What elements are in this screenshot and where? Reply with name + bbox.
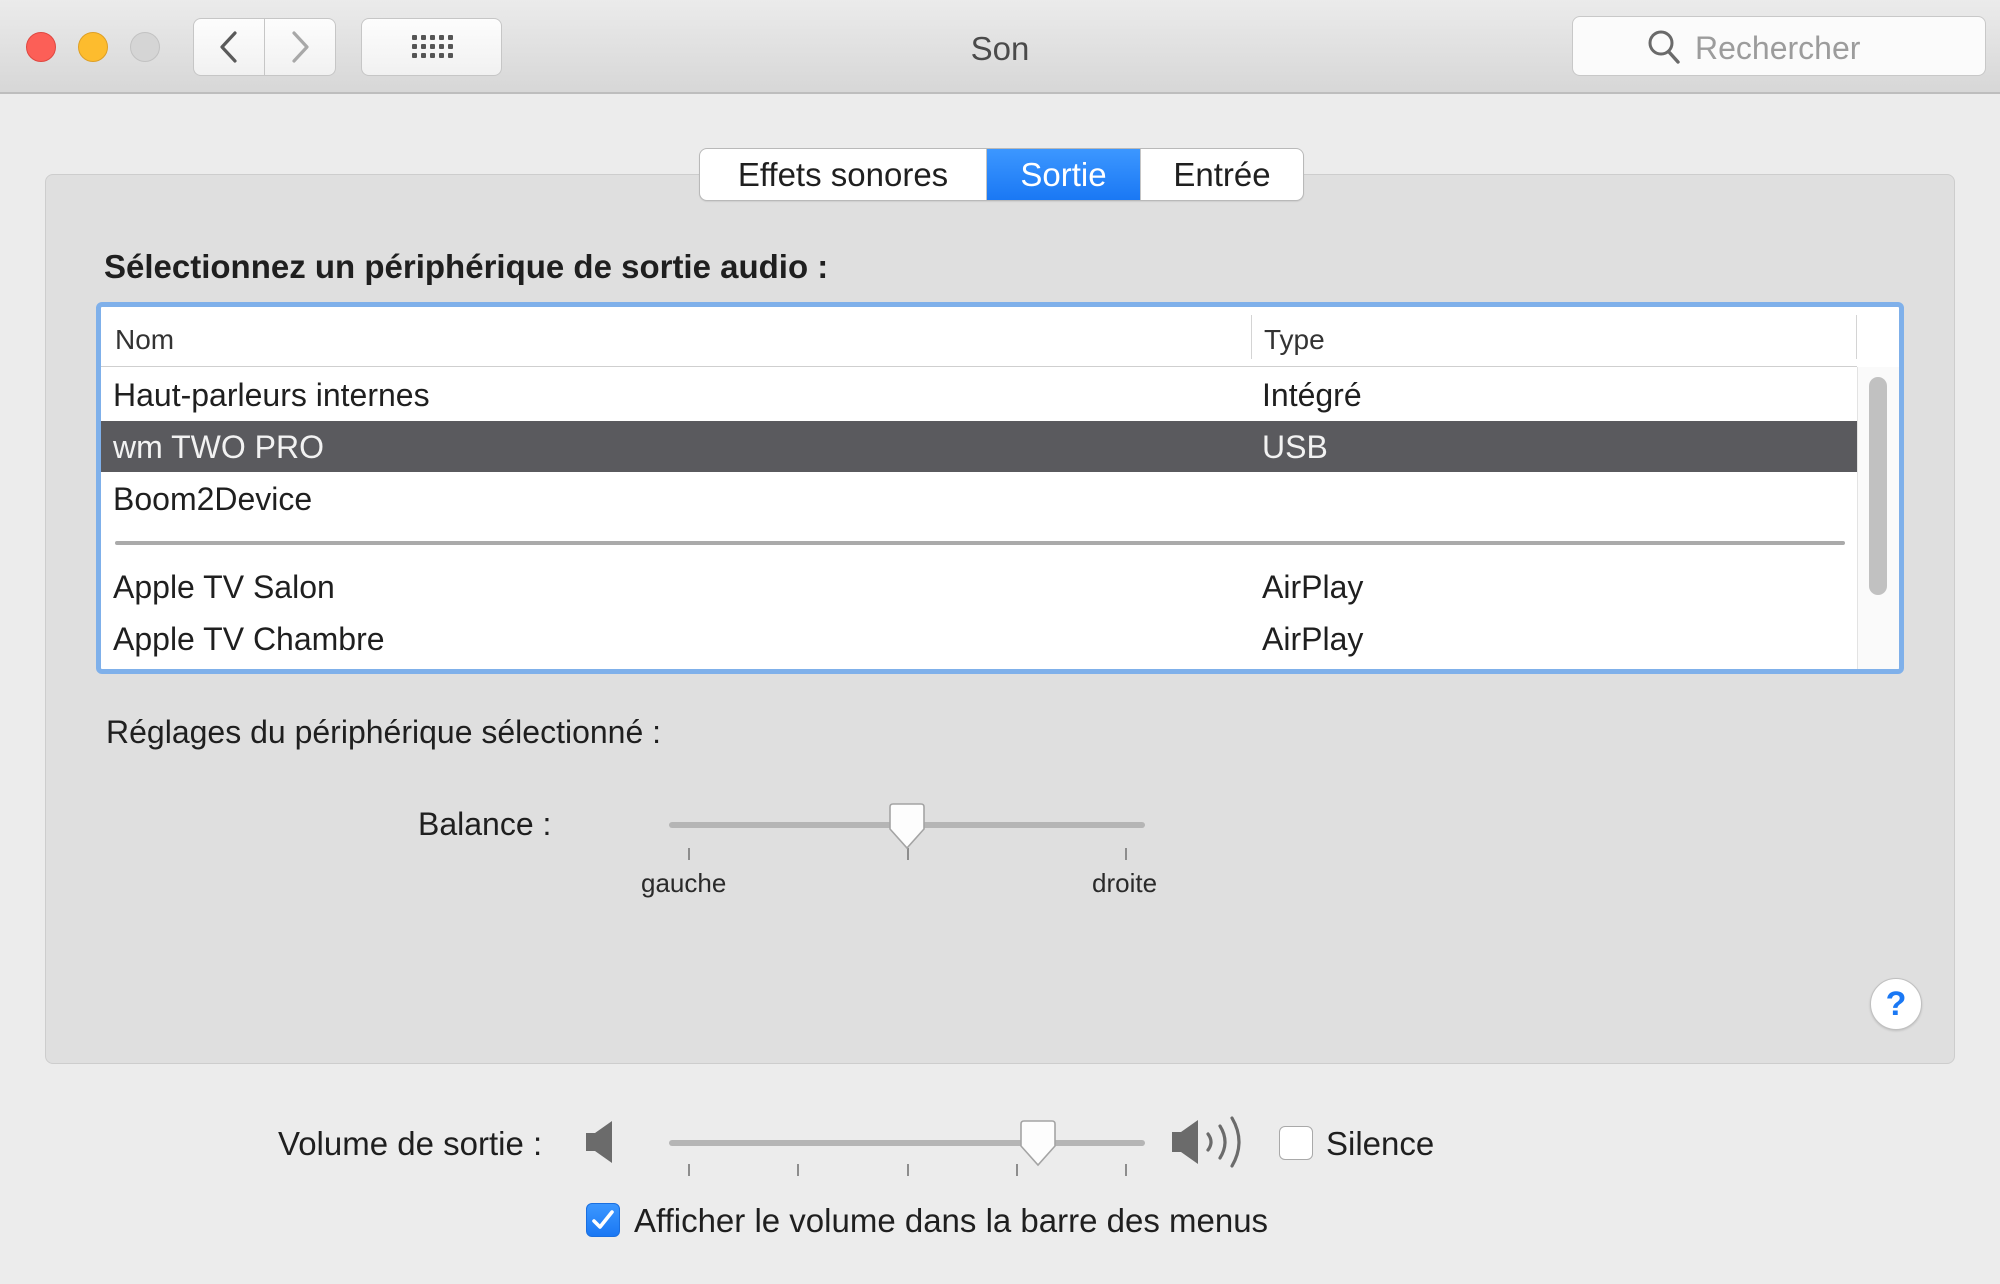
device-name: Haut-parleurs internes <box>113 377 430 413</box>
table-row[interactable]: Boom2Device <box>101 473 1857 524</box>
device-type: AirPlay <box>1262 569 1364 605</box>
balance-left-label: gauche <box>641 868 727 898</box>
balance-right-label: droite <box>1092 868 1158 898</box>
tab-sound-effects[interactable]: Effets sonores <box>700 149 986 200</box>
column-divider <box>1856 315 1857 359</box>
slider-tick <box>1125 1164 1127 1176</box>
speaker-low-icon <box>586 1121 612 1163</box>
slider-tick <box>797 1164 799 1176</box>
tab-output[interactable]: Sortie <box>986 149 1140 200</box>
mute-label: Silence <box>1326 1125 1435 1162</box>
tab-bar: Effets sonores Sortie Entrée <box>699 148 1304 201</box>
device-name: wm TWO PRO <box>113 429 324 465</box>
table-scrollbar[interactable] <box>1857 367 1899 669</box>
volume-knob[interactable] <box>1017 1120 1059 1168</box>
output-volume-label: Volume de sortie : <box>278 1125 543 1162</box>
checkmark-icon <box>592 1210 614 1229</box>
table-row[interactable]: Apple TV Salon AirPlay <box>101 561 1857 612</box>
column-header-type[interactable]: Type <box>1264 324 1325 356</box>
table-row[interactable]: Apple TV Chambre AirPlay <box>101 613 1857 664</box>
balance-knob[interactable] <box>886 803 928 851</box>
help-button[interactable]: ? <box>1870 978 1922 1030</box>
output-device-heading: Sélectionnez un périphérique de sortie a… <box>104 248 829 285</box>
slider-tick <box>907 1164 909 1176</box>
device-settings-heading: Réglages du périphérique sélectionné : <box>106 714 662 750</box>
search-icon <box>1648 30 1680 64</box>
slider-tick <box>688 1164 690 1176</box>
output-device-table[interactable]: Nom Type Haut-parleurs internes Intégré … <box>96 302 1904 674</box>
show-volume-in-menubar-checkbox[interactable] <box>586 1203 620 1237</box>
table-row[interactable]: Haut-parleurs internes Intégré <box>101 369 1857 420</box>
mute-checkbox[interactable] <box>1279 1126 1313 1160</box>
speaker-high-icon <box>1172 1116 1241 1168</box>
device-type: AirPlay <box>1262 621 1364 657</box>
title-bar: Son Rechercher <box>0 0 2000 94</box>
device-list-separator <box>115 541 1845 545</box>
device-name: Boom2Device <box>113 481 313 517</box>
device-type: Intégré <box>1262 377 1362 413</box>
device-type: USB <box>1262 429 1328 465</box>
volume-track[interactable] <box>669 1140 1145 1146</box>
slider-tick <box>688 848 690 860</box>
search-placeholder: Rechercher <box>1695 30 1861 66</box>
table-header: Nom Type <box>101 307 1857 367</box>
table-row-selected[interactable]: wm TWO PRO USB <box>101 421 1857 472</box>
balance-label: Balance : <box>418 806 552 842</box>
device-name: Apple TV Chambre <box>113 621 385 657</box>
search-field[interactable]: Rechercher <box>1572 16 1986 76</box>
tab-input[interactable]: Entrée <box>1140 149 1303 200</box>
column-header-name[interactable]: Nom <box>115 324 174 356</box>
column-divider <box>1251 315 1252 359</box>
show-volume-in-menubar-label: Afficher le volume dans la barre des men… <box>634 1202 1269 1239</box>
device-name: Apple TV Salon <box>113 569 335 605</box>
slider-tick <box>1125 848 1127 860</box>
scrollbar-thumb[interactable] <box>1869 377 1887 595</box>
